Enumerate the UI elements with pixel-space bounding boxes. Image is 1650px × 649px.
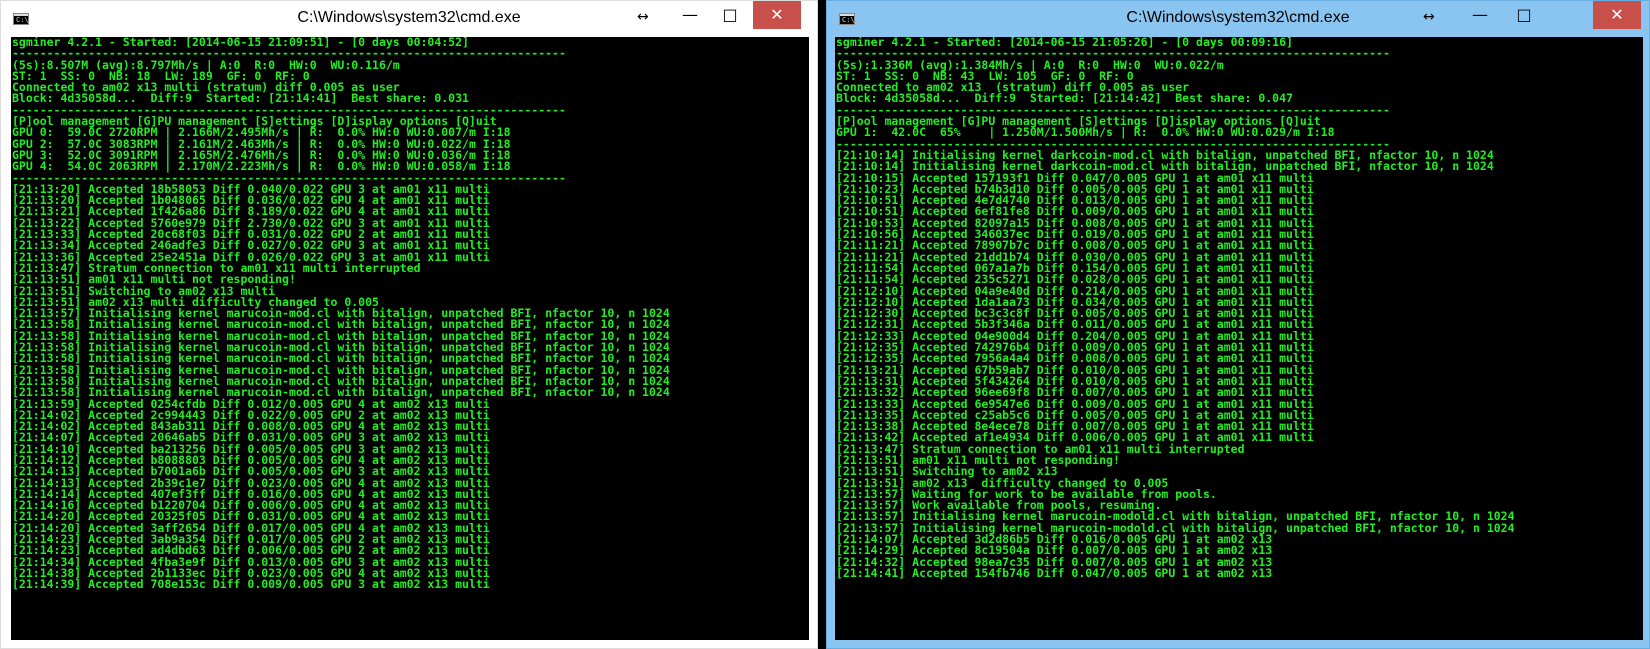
title-bar[interactable]: C:\ C:\Windows\system32\cmd.exe ↔ — □ ✕ <box>827 1 1649 37</box>
cmd-icon[interactable]: C:\ <box>13 13 29 25</box>
cmd-window-left[interactable]: C:\ C:\Windows\system32\cmd.exe ↔ — □ ✕ … <box>0 0 818 649</box>
console-text: sgminer 4.2.1 - Started: [2014-06-15 21:… <box>836 37 1515 579</box>
resize-icon[interactable]: ↔ <box>637 9 649 25</box>
console-line: [21:14:39] Accepted 708e153c Diff 0.009/… <box>12 577 490 592</box>
console-output[interactable]: sgminer 4.2.1 - Started: [2014-06-15 21:… <box>11 37 809 640</box>
console-output[interactable]: sgminer 4.2.1 - Started: [2014-06-15 21:… <box>835 37 1643 640</box>
resize-icon[interactable]: ↔ <box>1423 9 1435 25</box>
console-text: sgminer 4.2.1 - Started: [2014-06-15 21:… <box>12 37 670 591</box>
console-line: [21:14:41] Accepted 154fb746 Diff 0.047/… <box>836 565 1273 580</box>
maximize-button[interactable]: □ <box>1507 1 1541 29</box>
maximize-button[interactable]: □ <box>713 1 747 29</box>
cmd-window-right[interactable]: C:\ C:\Windows\system32\cmd.exe ↔ — □ ✕ … <box>826 0 1650 649</box>
minimize-button[interactable]: — <box>1463 1 1497 29</box>
title-bar[interactable]: C:\ C:\Windows\system32\cmd.exe ↔ — □ ✕ <box>1 1 817 37</box>
close-button[interactable]: ✕ <box>1593 1 1641 29</box>
cmd-icon[interactable]: C:\ <box>839 13 855 25</box>
close-button[interactable]: ✕ <box>753 1 801 29</box>
minimize-button[interactable]: — <box>673 1 707 29</box>
